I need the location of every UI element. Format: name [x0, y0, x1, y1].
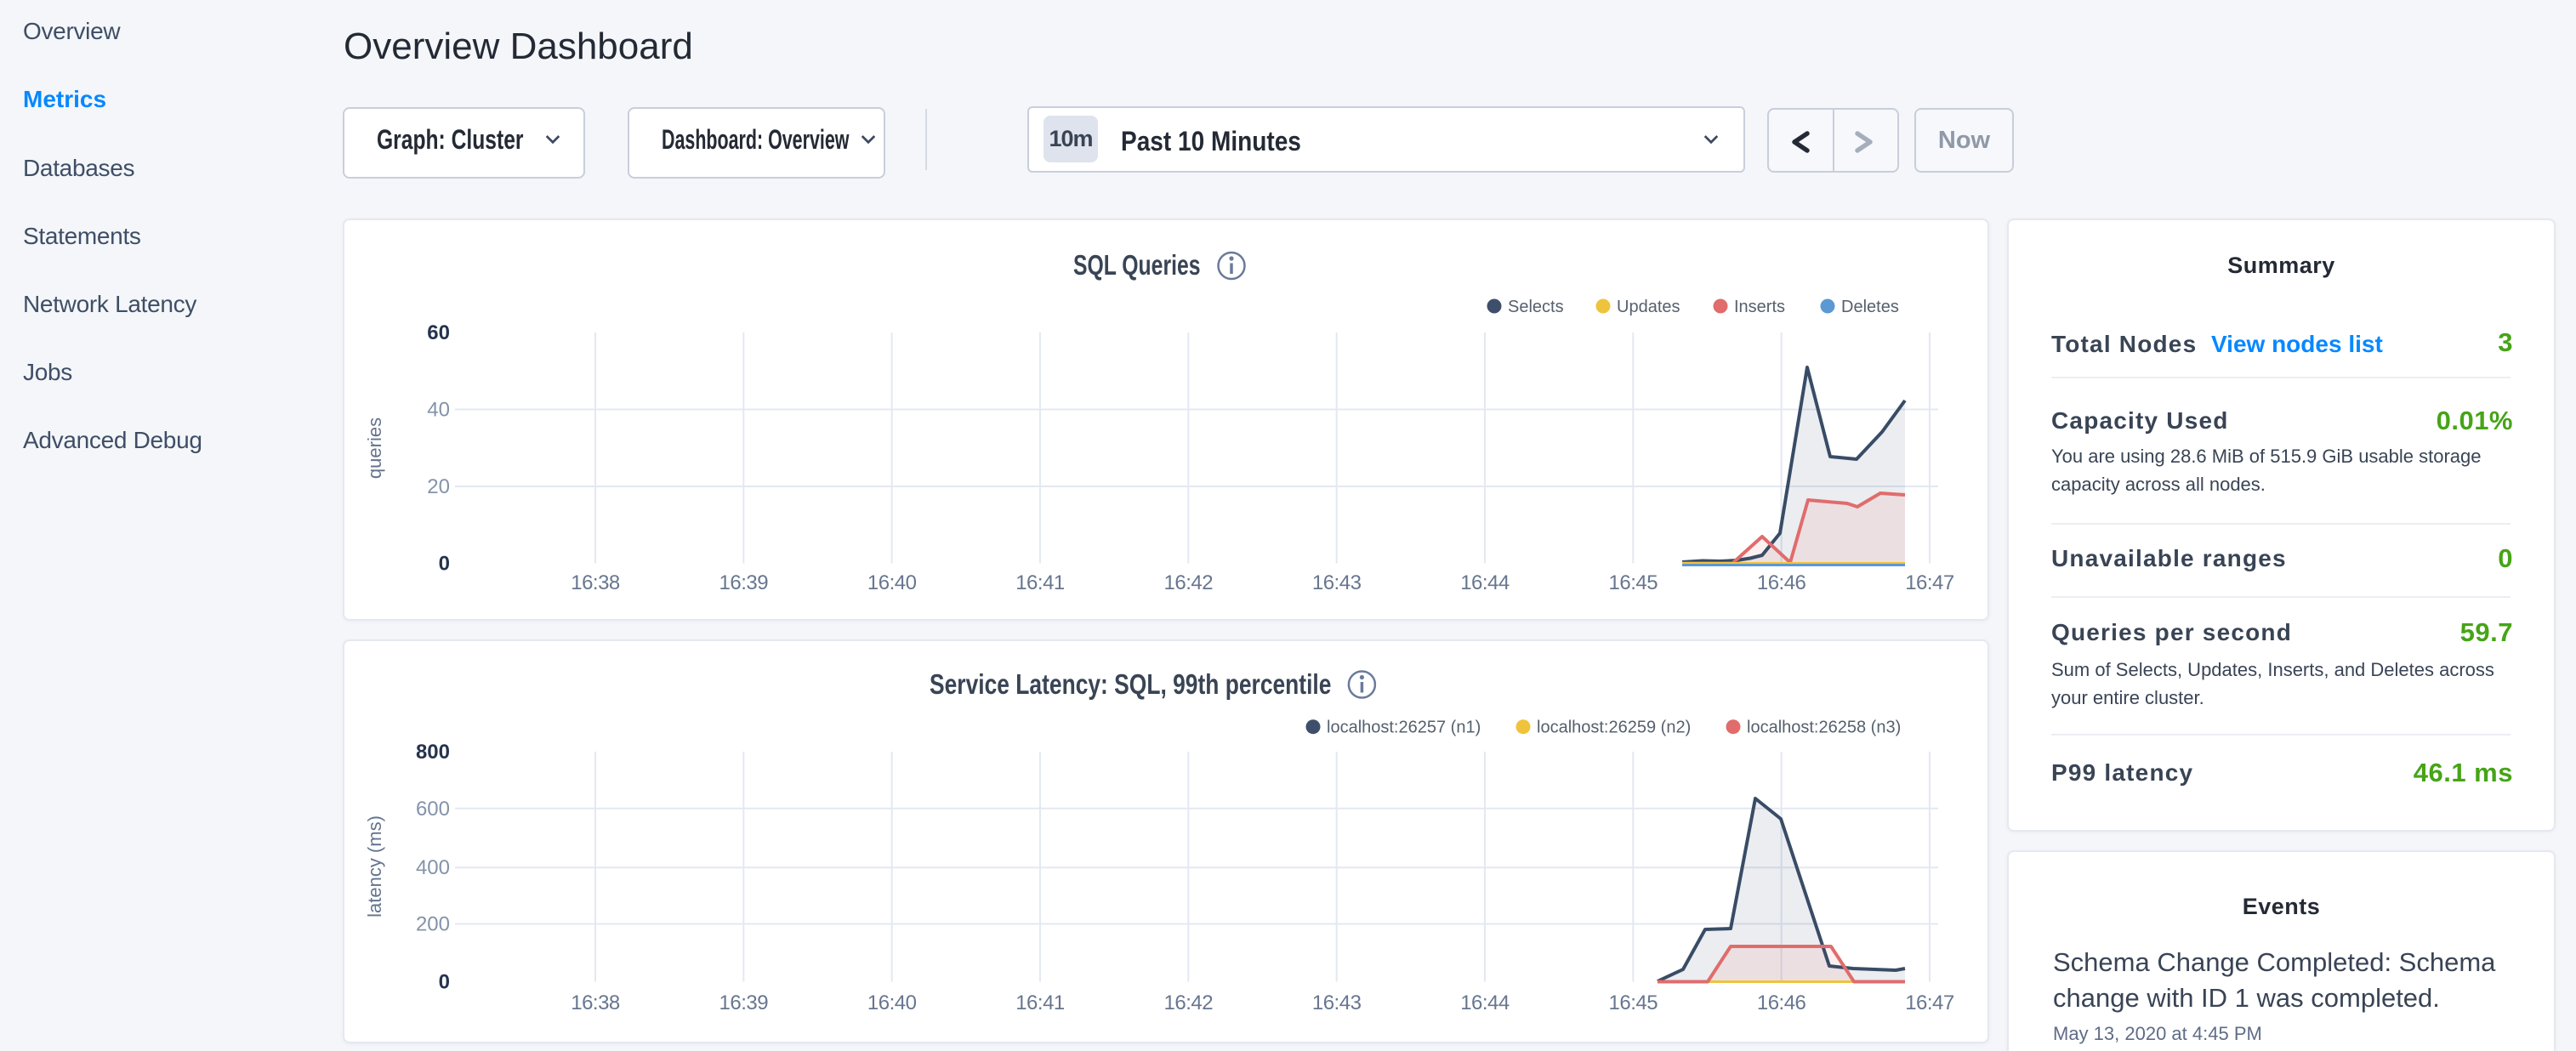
svg-text:16:42: 16:42 — [1164, 571, 1214, 594]
svg-text:16:38: 16:38 — [571, 991, 620, 1014]
svg-text:200: 200 — [416, 913, 450, 936]
svg-text:16:45: 16:45 — [1609, 571, 1658, 594]
svg-text:16:41: 16:41 — [1015, 991, 1065, 1014]
svg-text:16:43: 16:43 — [1312, 571, 1362, 594]
svg-text:16:40: 16:40 — [867, 571, 917, 594]
svg-text:16:46: 16:46 — [1757, 571, 1806, 594]
svg-text:Inserts: Inserts — [1734, 298, 1785, 316]
svg-text:16:41: 16:41 — [1015, 571, 1065, 594]
svg-text:16:47: 16:47 — [1905, 571, 1954, 594]
svg-text:16:39: 16:39 — [719, 571, 769, 594]
svg-text:16:46: 16:46 — [1757, 991, 1806, 1014]
svg-text:16:45: 16:45 — [1609, 991, 1658, 1014]
svg-text:40: 40 — [427, 399, 450, 422]
svg-text:16:43: 16:43 — [1312, 991, 1362, 1014]
svg-text:localhost:26258 (n3): localhost:26258 (n3) — [1747, 719, 1901, 737]
svg-text:Deletes: Deletes — [1841, 298, 1899, 316]
svg-text:20: 20 — [427, 475, 450, 498]
svg-text:queries: queries — [364, 418, 385, 479]
svg-text:60: 60 — [427, 321, 450, 344]
svg-text:16:44: 16:44 — [1460, 991, 1510, 1014]
svg-text:16:39: 16:39 — [719, 991, 769, 1014]
svg-text:16:47: 16:47 — [1905, 991, 1954, 1014]
svg-text:600: 600 — [416, 798, 450, 821]
svg-text:800: 800 — [416, 741, 450, 764]
svg-text:latency (ms): latency (ms) — [364, 815, 385, 917]
svg-text:localhost:26257 (n1): localhost:26257 (n1) — [1327, 719, 1481, 737]
svg-text:Selects: Selects — [1508, 298, 1564, 316]
svg-text:16:38: 16:38 — [571, 571, 620, 594]
svg-text:0: 0 — [439, 971, 450, 994]
svg-text:16:42: 16:42 — [1164, 991, 1214, 1014]
svg-text:16:40: 16:40 — [867, 991, 917, 1014]
svg-text:localhost:26259 (n2): localhost:26259 (n2) — [1537, 719, 1691, 737]
svg-text:0: 0 — [439, 553, 450, 576]
svg-text:400: 400 — [416, 856, 450, 879]
svg-text:16:44: 16:44 — [1460, 571, 1510, 594]
svg-text:Updates: Updates — [1617, 298, 1680, 316]
